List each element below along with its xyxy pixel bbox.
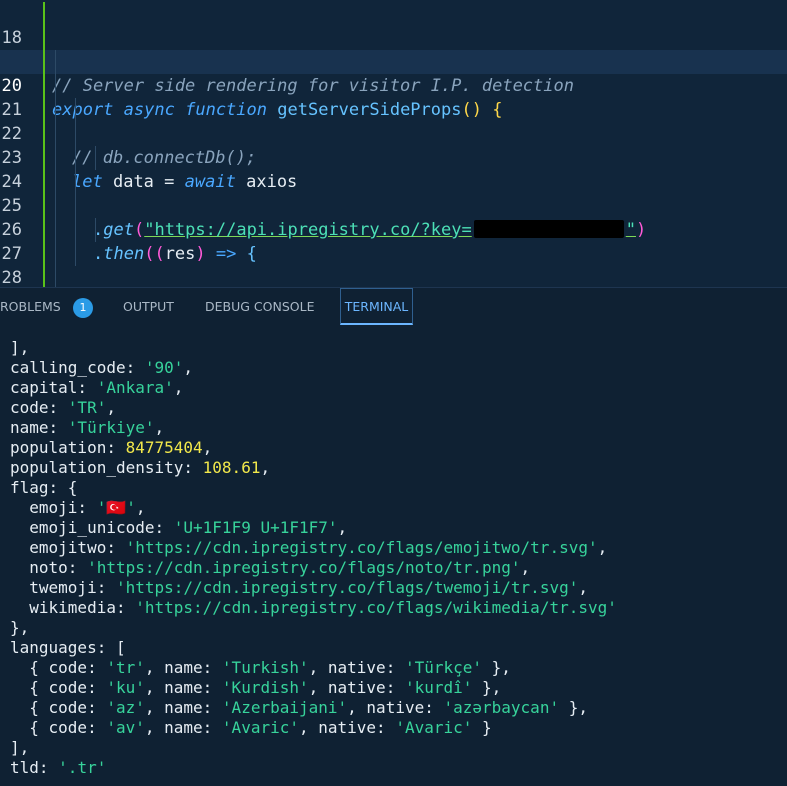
code-line-29[interactable]: 29 console.log(data); [0,266,787,287]
terminal-line: capital: 'Ankara', [10,378,184,397]
code-line-18[interactable]: 18 // Server side rendering for visitor … [0,2,787,96]
code-line-21[interactable]: 21 let data = await axios [0,74,787,192]
terminal-line: emoji_unicode: 'U+1F1F9 U+1F1F7', [10,518,348,537]
indent-guide [43,194,45,218]
indent-guide [75,122,76,146]
indent-guide [43,170,45,194]
tab-terminal[interactable]: TERMINAL [340,288,413,325]
indent-guide [55,98,56,122]
indent-guide [55,242,56,266]
terminal-line: population_density: 108.61, [10,458,271,477]
indent-guide [55,218,56,242]
terminal-line: tld: '.tr' [10,758,107,777]
indent-guide [43,74,45,98]
code-line-20[interactable]: 20 // db.connectDb(); [0,50,787,168]
indent-guide [43,122,45,146]
code-line-28[interactable]: 28 }); [0,242,787,287]
code-line-22[interactable]: 22 .get("https://api.ipregistry.co/?key=… [0,98,787,240]
terminal-line: wikimedia: 'https://cdn.ipregistry.co/fl… [10,598,617,617]
indent-guide [55,74,56,98]
terminal-line: { code: 'az', name: 'Azerbaijani', nativ… [10,698,588,717]
indent-guide [75,242,76,266]
terminal-line: twemoji: 'https://cdn.ipregistry.co/flag… [10,578,588,597]
terminal-output[interactable]: ], calling_code: '90', capital: 'Ankara'… [0,327,787,786]
indent-guide [75,146,76,170]
terminal-line: flag: { [10,478,78,497]
indent-guide [55,122,56,146]
indent-guide [75,218,76,242]
indent-guide [95,146,96,170]
terminal-line: languages: [ [10,638,126,657]
tab-problems[interactable]: ROBLEMS [0,288,61,325]
indent-guide [43,2,45,26]
indent-guide [43,242,45,266]
indent-guide [55,194,56,218]
terminal-line: calling_code: '90', [10,358,194,377]
indent-guide [75,170,76,194]
indent-guide [55,146,56,170]
terminal-line: emojitwo: 'https://cdn.ipregistry.co/fla… [10,538,608,557]
indent-guide [43,98,45,122]
indent-guide [95,218,96,242]
indent-guide [43,146,45,170]
problems-count-badge: 1 [73,298,93,318]
terminal-line: name: 'Türkiye', [10,418,165,437]
code-line-23[interactable]: 23 .then((res) => { [0,122,787,264]
code-line-25[interactable]: 25 }) [0,170,787,216]
tab-output[interactable]: OUTPUT [123,288,174,325]
terminal-line: ], [10,338,30,357]
indent-guide [43,50,45,74]
code-line-26[interactable]: 26 .catch((err) => { [0,194,787,240]
indent-guide [55,50,56,74]
indent-guide [43,26,45,50]
terminal-line: code: 'TR', [10,398,116,417]
indent-guide [55,170,56,194]
terminal-line: emoji: '🇹🇷', [10,498,146,517]
terminal-line: }, [10,618,30,637]
indent-guide [43,266,45,287]
code-line-24[interactable]: 24 return res.data.location.country; [0,146,787,192]
panel-tab-bar: ROBLEMS 1 OUTPUT DEBUG CONSOLE TERMINAL [0,287,787,328]
code-line-27[interactable]: 27 console.log(err); [0,218,787,264]
indent-guide [75,194,76,218]
terminal-line: noto: 'https://cdn.ipregistry.co/flags/n… [10,558,531,577]
code-editor[interactable]: 18 // Server side rendering for visitor … [0,0,787,287]
indent-guide [75,98,76,122]
terminal-line: { code: 'av', name: 'Avaric', native: 'A… [10,718,492,737]
terminal-line: ], [10,738,30,757]
terminal-line: { code: 'tr', name: 'Turkish', native: '… [10,658,511,677]
code-line-19[interactable]: 19 export async function getServerSidePr… [0,26,787,120]
terminal-line: population: 84775404, [10,438,213,457]
terminal-line: { code: 'ku', name: 'Kurdish', native: '… [10,678,502,697]
indent-guide [55,266,56,287]
tab-debug-console[interactable]: DEBUG CONSOLE [205,288,314,325]
indent-guide [43,218,45,242]
